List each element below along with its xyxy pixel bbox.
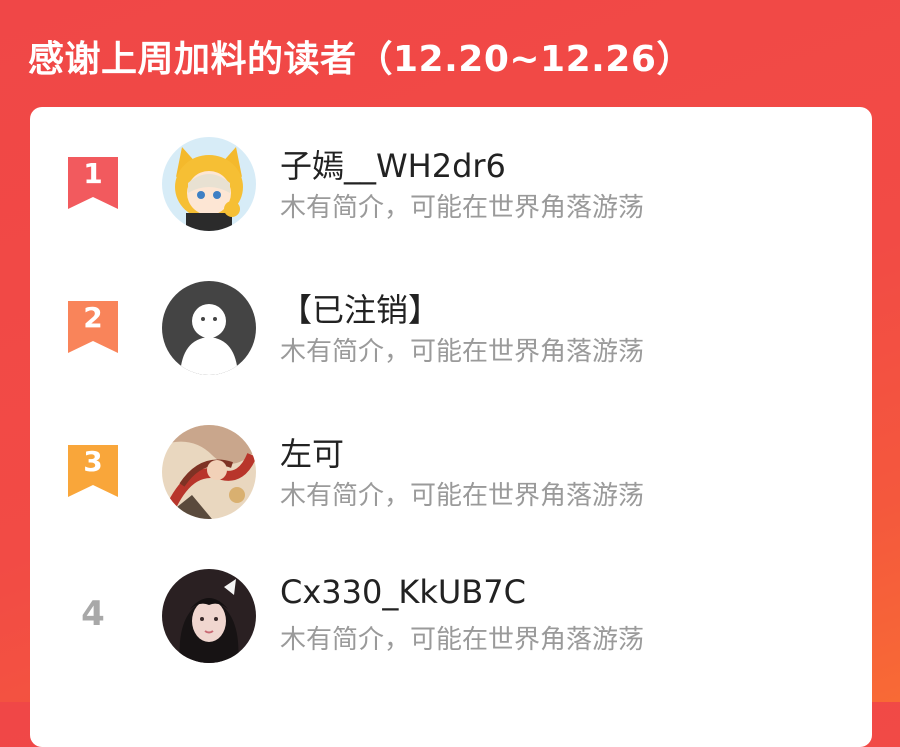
cartoon-avatar-icon: [162, 137, 256, 231]
rank-number: 2: [83, 301, 103, 334]
reader-row-3[interactable]: 3 左可 木有简介，可能在世界角落游荡: [30, 425, 872, 535]
reader-name: 左可: [280, 435, 345, 473]
avatar-3[interactable]: [162, 425, 256, 519]
photo-avatar-icon: [162, 569, 256, 663]
reader-bio: 木有简介，可能在世界角落游荡: [280, 193, 645, 223]
reader-row-1[interactable]: 1 子嫣__WH2dr6 木有简介，可能在世界角落游荡: [30, 137, 872, 247]
reader-bio: 木有简介，可能在世界角落游荡: [280, 481, 645, 511]
rank-number: 3: [83, 445, 103, 478]
rank-badge-3: 3: [68, 445, 118, 497]
avatar-1[interactable]: [162, 137, 256, 231]
rank-number: 1: [83, 157, 103, 190]
page-title: 感谢上周加料的读者（12.20~12.26）: [28, 39, 693, 80]
rank-badge-1: 1: [68, 157, 118, 209]
reader-list-card: 1 子嫣__WH2dr6 木有简介，可能在世界角落游荡 2 【已注销】 木有简介…: [30, 107, 872, 747]
avatar-4[interactable]: [162, 569, 256, 663]
reader-name: 【已注销】: [280, 291, 441, 329]
reader-name: 子嫣__WH2dr6: [280, 147, 506, 185]
reader-name: Cx330_KkUB7C: [280, 573, 526, 611]
reader-bio: 木有简介，可能在世界角落游荡: [280, 625, 645, 655]
avatar-2[interactable]: [162, 281, 256, 375]
default-user-icon: [162, 281, 256, 375]
rank-badge-2: 2: [68, 301, 118, 353]
reader-bio: 木有简介，可能在世界角落游荡: [280, 337, 645, 367]
reader-row-4[interactable]: 4 Cx330_KkUB7C 木有简介，可能在世界角落游荡: [30, 569, 872, 679]
rank-number: 4: [81, 594, 105, 634]
rank-label-4: 4: [68, 591, 118, 643]
painting-avatar-icon: [162, 425, 256, 519]
reader-row-2[interactable]: 2 【已注销】 木有简介，可能在世界角落游荡: [30, 281, 872, 391]
